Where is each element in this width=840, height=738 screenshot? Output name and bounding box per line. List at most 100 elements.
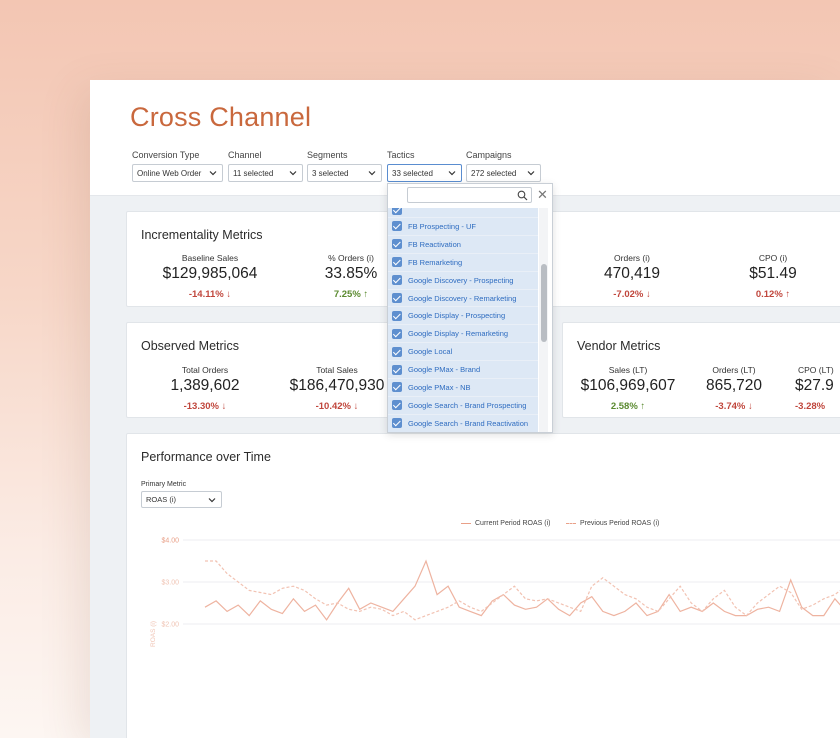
close-icon[interactable]: ✕ [537,188,548,201]
card-title: Observed Metrics [141,339,239,353]
tactics-option-label: Google Display - Remarketing [408,329,509,339]
metric-value: 1,389,602 [170,377,240,394]
tactics-option[interactable]: Google Local [388,343,538,362]
search-icon [517,190,528,201]
metric-cpo-lt: CPO (LT) $27.9 -3.28% [768,365,840,412]
filter-label: Tactics [387,150,415,160]
metric-label: Sales (LT) [608,365,648,375]
metric-label: CPO (i) [758,253,788,263]
card-title: Vendor Metrics [577,339,661,353]
tactics-option[interactable]: Google Search - Brand Reactivation [388,414,538,432]
channel-select[interactable]: 11 selected [228,164,303,182]
checkbox-checked-icon [392,239,402,250]
metric-change: -3.28% [768,401,840,412]
segments-select[interactable]: 3 selected [307,164,382,182]
tactics-dropdown: FB Prospecting - UF FB Reactivation FB Rem… [387,183,553,433]
tactics-option[interactable]: Google Discovery - Remarketing [388,289,538,308]
chevron-down-icon [209,171,217,176]
checkbox-checked-icon [392,364,402,375]
checkbox-checked-icon [392,328,402,339]
tactics-option-label: Google Search - Brand Reactivation [408,418,529,428]
metric-value: $129,985,064 [162,265,258,282]
header: Cross Channel Conversion Type Online Web… [90,80,840,196]
checkbox-checked-icon [392,346,402,357]
metric-label: Orders (i) [614,253,650,263]
tactics-option[interactable]: Google Display - Prospecting [388,307,538,326]
vendor-card: Vendor Metrics Sales (LT) $106,969,607 2… [562,322,840,418]
metric-label: Total Orders [181,365,229,375]
y-tick-label: $4.00 [161,538,179,545]
app-window: Cross Channel Conversion Type Online Web… [90,80,840,738]
checkbox-checked-icon [392,382,402,393]
metric-value: $186,470,930 [289,377,385,394]
change-value: -7.02% [613,289,644,300]
metric-change: -7.02% ↓ [572,289,692,300]
filter-channel: Channel 11 selected [228,150,303,182]
tactics-search-input[interactable] [407,187,532,203]
tactics-option[interactable]: FB Reactivation [388,235,538,254]
change-value: 2.58% [610,401,638,412]
tactics-option-label: FB Remarketing [408,257,463,267]
page-title: Cross Channel [130,102,312,132]
previous-period-line [205,560,840,621]
metric-label: Baseline Sales [181,253,239,263]
arrow-up-icon: ↑ [363,289,369,300]
filter-label: Campaigns [466,150,512,160]
tactics-option[interactable]: FB Remarketing [388,253,538,272]
metric-total-sales: Total Sales $186,470,930 -10.42% ↓ [277,365,397,412]
performance-card: Performance over Time Primary Metric ROA… [126,433,840,738]
metric-label: Total Sales [316,365,358,375]
checkbox-checked-icon [392,257,402,268]
tactics-option-label: Google PMax - NB [408,382,471,392]
card-title: Incrementality Metrics [141,228,263,242]
change-value: -3.74% [715,401,746,412]
chevron-down-icon [289,171,297,176]
arrow-down-icon: ↓ [226,289,232,300]
metric-sales-lt: Sales (LT) $106,969,607 2.58% ↑ [568,365,688,412]
metric-value: $106,969,607 [580,377,676,394]
chevron-down-icon [448,171,456,176]
select-value: 272 selected [471,168,517,178]
tactics-option-label: Google Discovery - Remarketing [408,293,517,303]
arrow-down-icon: ↓ [221,401,227,412]
change-value: -13.30% [183,401,219,412]
tactics-option-label: Google Search - Brand Prospecting [408,400,527,410]
tactics-option-label: Google Display - Prospecting [408,311,506,321]
tactics-option-label: FB Prospecting - UF [408,221,476,231]
tactics-option[interactable]: Google Search - Brand Prospecting [388,396,538,415]
metric-label: CPO (LT) [798,365,834,375]
filter-segments: Segments 3 selected [307,150,382,182]
change-value: 0.12% [755,289,783,300]
campaigns-select[interactable]: 272 selected [466,164,541,182]
metric-change: -13.30% ↓ [145,401,265,412]
checkbox-checked-icon [392,221,402,232]
metric-value: $51.49 [749,265,797,282]
tactics-option[interactable]: Google PMax - NB [388,379,538,397]
change-value: -10.42% [315,401,351,412]
y-axis-label: ROAS (i) [150,621,157,647]
filter-conversion-type: Conversion Type Online Web Order [132,150,223,182]
tactics-option-label: Google PMax - Brand [408,365,481,375]
tactics-option-label: Google Discovery - Prospecting [408,275,514,285]
y-tick-label: $3.00 [161,580,179,587]
dropdown-scrollbar[interactable] [539,208,548,432]
filter-tactics: Tactics 33 selected [387,150,462,182]
filter-label: Segments [307,150,348,160]
arrow-down-icon: ↓ [353,401,359,412]
filter-campaigns: Campaigns 272 selected [466,150,541,182]
checkbox-checked-icon [392,400,402,411]
metric-value: 470,419 [603,265,661,282]
scrollbar-thumb[interactable] [540,264,547,342]
arrow-down-icon: ↓ [748,401,753,412]
y-tick-label: $2.00 [161,622,179,629]
metric-change: -10.42% ↓ [277,401,397,412]
tactics-option[interactable]: Google Discovery - Prospecting [388,271,538,290]
tactics-select[interactable]: 33 selected [387,164,462,182]
tactics-option[interactable]: Google PMax - Brand [388,361,538,380]
change-value: -3.28% [795,401,826,412]
tactics-option[interactable]: FB Prospecting - UF [388,218,538,236]
conversion-type-select[interactable]: Online Web Order [132,164,223,182]
metric-change: 2.58% ↑ [568,401,688,412]
tactics-option[interactable]: Google Display - Remarketing [388,325,538,344]
roas-line-chart: $4.00 $3.00 $2.00 ROAS (i) [150,538,840,647]
